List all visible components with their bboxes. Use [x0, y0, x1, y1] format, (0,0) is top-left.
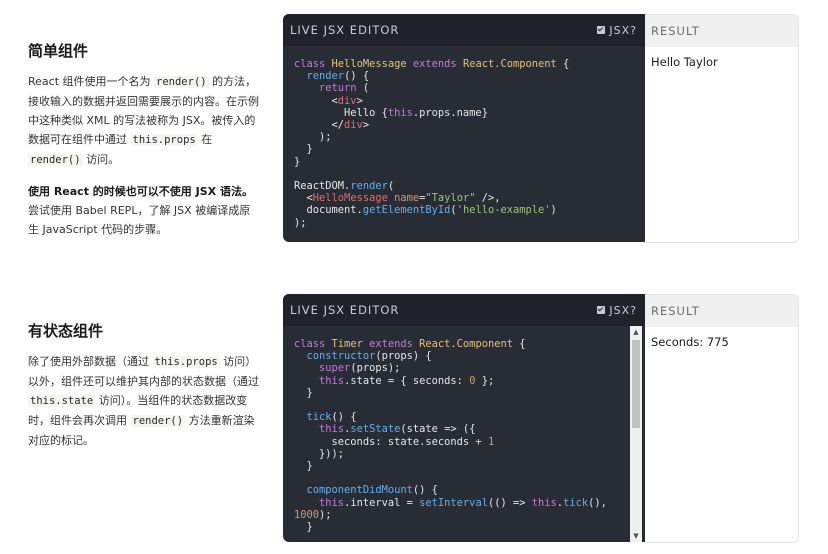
- section-heading: 简单组件: [28, 42, 89, 60]
- description-paragraph: React 组件使用一个名为 render() 的方法，接收输入的数据并返回需要…: [28, 75, 259, 166]
- code-line: }: [294, 460, 313, 473]
- bold-note: 使用 React 的时候也可以不使用 JSX 语法。: [28, 185, 253, 198]
- result-header: RESULT: [645, 295, 798, 327]
- result-panel: RESULT Hello Taylor: [645, 14, 799, 243]
- code-line: return (: [319, 82, 370, 95]
- code-line: }: [294, 155, 301, 168]
- code-editor[interactable]: class HelloMessage extends React.Compone…: [283, 46, 645, 241]
- code-line: }: [294, 521, 313, 534]
- checkbox-icon[interactable]: [597, 306, 606, 314]
- description-paragraph: 除了使用外部数据（通过 this.props 访问）以外，组件还可以维护其内部的…: [28, 355, 259, 447]
- scroll-thumb[interactable]: [632, 340, 640, 428]
- code-line: ReactDOM.render(: [294, 180, 395, 193]
- code-line: }: [294, 386, 313, 399]
- jsx-toggle[interactable]: JSX?: [597, 304, 637, 317]
- section-heading: 有状态组件: [28, 322, 104, 340]
- stateful-component-section: 有状态组件 除了使用外部数据（通过 this.props 访问）以外，组件还可以…: [0, 280, 828, 554]
- result-output: Seconds: 775: [651, 335, 729, 349]
- jsx-toggle-label: JSX?: [609, 23, 637, 37]
- code-line: );: [294, 216, 307, 229]
- babel-repl-paragraph: 尝试使用 Babel REPL，了解 JSX 被编译成原生 JavaScript…: [28, 204, 251, 236]
- code-editor[interactable]: class Timer extends React.Component { co…: [283, 326, 645, 542]
- code-line: super(props);: [319, 362, 401, 375]
- code-line: document.getElementById('hello-example'): [294, 204, 557, 217]
- scroll-up-arrow-icon[interactable]: ▲: [630, 326, 642, 338]
- code-line: this.state = { seconds: 0 };: [319, 374, 495, 387]
- result-header: RESULT: [645, 15, 798, 47]
- code-line: tick() {: [306, 411, 357, 424]
- code-line: class Timer extends React.Component {: [294, 338, 526, 350]
- editor-scrollbar[interactable]: ▲ ▼: [630, 326, 642, 542]
- code-line: 1000);: [294, 508, 332, 521]
- code-line: this.interval = setInterval(() => this.t…: [319, 496, 607, 509]
- live-jsx-editor: LIVE JSX EDITOR JSX? class Timer extends…: [283, 294, 645, 542]
- jsx-toggle-label: JSX?: [609, 303, 637, 317]
- code-line: <HelloMessage name="Taylor" />,: [294, 192, 501, 205]
- result-panel: RESULT Seconds: 775: [645, 294, 799, 543]
- editor-title: LIVE JSX EDITOR: [290, 303, 400, 317]
- code-line: componentDidMount() {: [306, 484, 438, 497]
- code-line: Hello {this.props.name}: [294, 106, 488, 119]
- editor-header: LIVE JSX EDITOR JSX?: [283, 294, 645, 326]
- jsx-toggle[interactable]: JSX?: [597, 24, 637, 37]
- code-line: seconds: state.seconds + 1: [294, 435, 495, 448]
- live-jsx-editor: LIVE JSX EDITOR JSX? class HelloMessage …: [283, 14, 645, 242]
- code-line: constructor(props) {: [306, 350, 432, 363]
- simple-component-description: 简单组件 React 组件使用一个名为 render() 的方法，接收输入的数据…: [28, 40, 260, 239]
- scroll-down-arrow-icon[interactable]: ▼: [630, 530, 642, 542]
- code-line: class HelloMessage extends React.Compone…: [294, 58, 570, 70]
- stateful-component-description: 有状态组件 除了使用外部数据（通过 this.props 访问）以外，组件还可以…: [28, 320, 260, 450]
- code-line: );: [294, 131, 332, 144]
- simple-component-section: 简单组件 React 组件使用一个名为 render() 的方法，接收输入的数据…: [0, 0, 828, 270]
- code-line: this.setState(state => ({: [319, 423, 476, 436]
- code-line: }: [294, 143, 313, 156]
- checkbox-icon[interactable]: [597, 26, 606, 34]
- code-line: <div>: [294, 94, 363, 107]
- code-line: render() {: [306, 70, 370, 83]
- code-line: }));: [294, 447, 345, 460]
- result-output: Hello Taylor: [651, 55, 718, 69]
- code-line: </div>: [294, 119, 370, 132]
- editor-header: LIVE JSX EDITOR JSX?: [283, 14, 645, 46]
- editor-title: LIVE JSX EDITOR: [290, 23, 400, 37]
